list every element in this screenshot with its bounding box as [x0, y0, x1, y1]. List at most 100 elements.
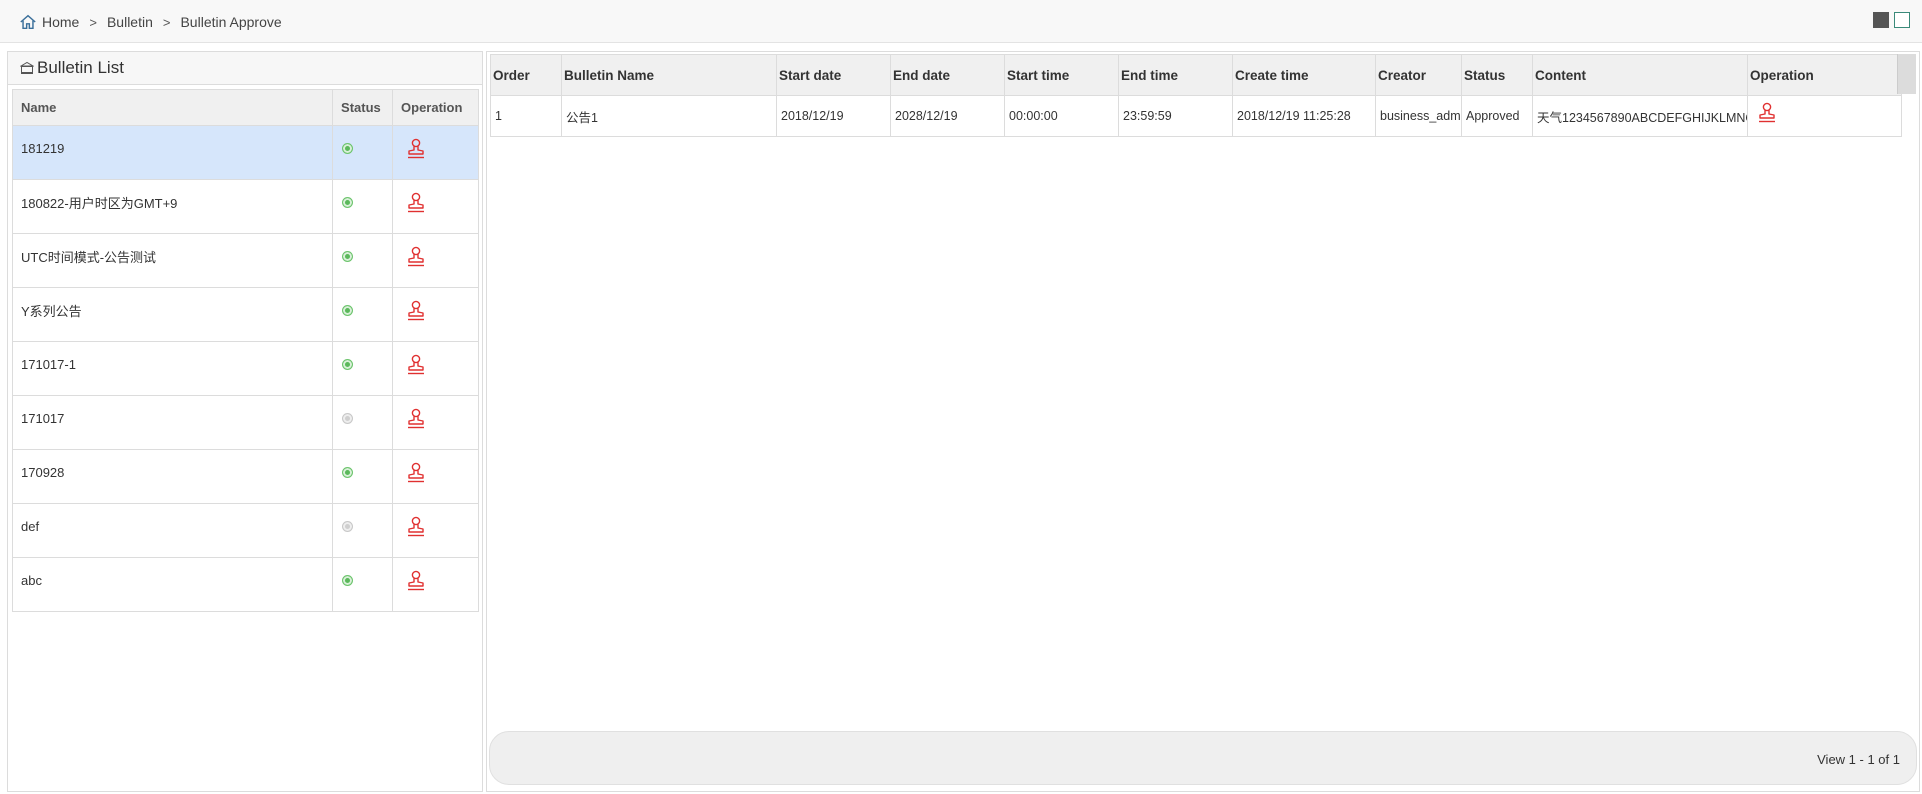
- column-header-status[interactable]: Status: [1461, 54, 1533, 96]
- column-header-bulletin-name[interactable]: Bulletin Name: [561, 54, 777, 96]
- creator-cell: business_adm: [1375, 95, 1462, 137]
- table-row[interactable]: Y系列公告: [11, 287, 479, 342]
- panel-title: Bulletin List: [37, 58, 124, 77]
- bulletin-name[interactable]: 181219: [11, 125, 334, 180]
- table-row[interactable]: UTC时间模式-公告测试: [11, 233, 479, 288]
- bulletin-name[interactable]: Y系列公告: [11, 287, 334, 342]
- approve-stamp-icon[interactable]: [406, 462, 426, 484]
- status-cell: [332, 125, 394, 180]
- start-time-cell: 00:00:00: [1004, 95, 1119, 137]
- column-header-create-time[interactable]: Create time: [1232, 54, 1376, 96]
- approve-stamp-icon[interactable]: [406, 570, 426, 592]
- column-header-start-time[interactable]: Start time: [1004, 54, 1119, 96]
- bulletin-name[interactable]: UTC时间模式-公告测试: [11, 233, 334, 288]
- bulletin-detail-panel: Order Bulletin Name Start date End date Star…: [486, 51, 1920, 792]
- status-cell: [332, 179, 394, 234]
- table-row[interactable]: abc: [11, 557, 479, 612]
- approve-stamp-icon[interactable]: [406, 354, 426, 376]
- bulletin-name-cell: 公告1: [561, 95, 777, 137]
- scrollbar[interactable]: [1897, 54, 1916, 94]
- table-row[interactable]: 181219: [11, 125, 479, 180]
- operation-cell: [392, 449, 479, 504]
- bulletin-detail-table: Order Bulletin Name Start date End date Star…: [490, 54, 1902, 137]
- status-indicator-icon: [342, 250, 354, 262]
- pager: View 1 - 1 of 1: [489, 731, 1917, 785]
- breadcrumb-home[interactable]: Home: [42, 14, 79, 30]
- column-header-start-date[interactable]: Start date: [776, 54, 891, 96]
- column-header-content[interactable]: Content: [1532, 54, 1748, 96]
- column-header-status[interactable]: Status: [332, 89, 394, 126]
- table-row[interactable]: 170928: [11, 449, 479, 504]
- bulletin-name[interactable]: 171017-1: [11, 341, 334, 396]
- approve-stamp-icon[interactable]: [406, 516, 426, 538]
- status-cell: [332, 233, 394, 288]
- table-row[interactable]: 180822-用户时区为GMT+9: [11, 179, 479, 234]
- table-row[interactable]: def: [11, 503, 479, 558]
- breadcrumb-bulletin[interactable]: Bulletin: [107, 14, 153, 30]
- table-header-row: Order Bulletin Name Start date End date Star…: [490, 54, 1902, 96]
- table-row[interactable]: 171017: [11, 395, 479, 450]
- chevron-right-icon: >: [89, 14, 97, 30]
- operation-cell: [392, 287, 479, 342]
- approve-stamp-icon[interactable]: [1757, 102, 1777, 124]
- home-icon[interactable]: [19, 13, 37, 31]
- operation-cell: [392, 233, 479, 288]
- bulletin-name[interactable]: 170928: [11, 449, 334, 504]
- approve-stamp-icon[interactable]: [406, 408, 426, 430]
- table-row[interactable]: 1 公告1 2018/12/19 2028/12/19 00:00:00 23:59:59…: [490, 95, 1902, 137]
- status-indicator-icon: [342, 142, 354, 154]
- column-header-creator[interactable]: Creator: [1375, 54, 1462, 96]
- content-cell: 天气1234567890ABCDEFGHIJKLMNO: [1532, 95, 1748, 137]
- approve-stamp-icon[interactable]: [406, 138, 426, 160]
- breadcrumb-bulletin-approve: Bulletin Approve: [180, 14, 282, 30]
- order-cell: 1: [490, 95, 562, 137]
- status-indicator-icon: [342, 304, 354, 316]
- column-header-name[interactable]: Name: [11, 89, 334, 126]
- status-cell: [332, 449, 394, 504]
- column-header-end-date[interactable]: End date: [890, 54, 1005, 96]
- operation-cell: [392, 395, 479, 450]
- operation-cell: [392, 557, 479, 612]
- operation-cell: [392, 125, 479, 180]
- bulletin-name[interactable]: 171017: [11, 395, 334, 450]
- approve-stamp-icon[interactable]: [406, 192, 426, 214]
- status-indicator-icon: [342, 466, 354, 478]
- status-cell: [332, 557, 394, 612]
- layout-switcher: [1873, 12, 1910, 28]
- status-cell: [332, 395, 394, 450]
- bank-icon: [20, 61, 34, 74]
- start-date-cell: 2018/12/19: [776, 95, 891, 137]
- top-bar: Home > Bulletin > Bulletin Approve: [0, 0, 1922, 43]
- bulletin-name[interactable]: abc: [11, 557, 334, 612]
- layout-single-icon[interactable]: [1873, 12, 1889, 28]
- end-date-cell: 2028/12/19: [890, 95, 1005, 137]
- status-indicator-icon: [342, 196, 354, 208]
- status-cell: [332, 287, 394, 342]
- bulletin-name[interactable]: 180822-用户时区为GMT+9: [11, 179, 334, 234]
- layout-split-icon[interactable]: [1894, 12, 1910, 28]
- table-row[interactable]: 171017-1: [11, 341, 479, 396]
- bulletin-list-panel: Bulletin List Name Status Operation 1812…: [7, 51, 483, 792]
- operation-cell: [392, 503, 479, 558]
- status-indicator-icon: [342, 520, 354, 532]
- end-time-cell: 23:59:59: [1118, 95, 1233, 137]
- status-cell: [332, 341, 394, 396]
- column-header-operation: Operation: [392, 89, 479, 126]
- status-indicator-icon: [342, 574, 354, 586]
- bulletin-name[interactable]: def: [11, 503, 334, 558]
- status-indicator-icon: [342, 358, 354, 370]
- column-header-operation[interactable]: Operation: [1747, 54, 1902, 96]
- table-header-row: Name Status Operation: [11, 89, 479, 126]
- bulletin-list-table: Name Status Operation 181219 180822-用户时区为…: [11, 89, 479, 612]
- operation-cell: [1747, 95, 1902, 137]
- operation-cell: [392, 341, 479, 396]
- operation-cell: [392, 179, 479, 234]
- column-header-order[interactable]: Order: [490, 54, 562, 96]
- approve-stamp-icon[interactable]: [406, 246, 426, 268]
- approve-stamp-icon[interactable]: [406, 300, 426, 322]
- status-indicator-icon: [342, 412, 354, 424]
- status-cell: Approved: [1461, 95, 1533, 137]
- status-cell: [332, 503, 394, 558]
- pager-info: View 1 - 1 of 1: [1817, 752, 1900, 767]
- column-header-end-time[interactable]: End time: [1118, 54, 1233, 96]
